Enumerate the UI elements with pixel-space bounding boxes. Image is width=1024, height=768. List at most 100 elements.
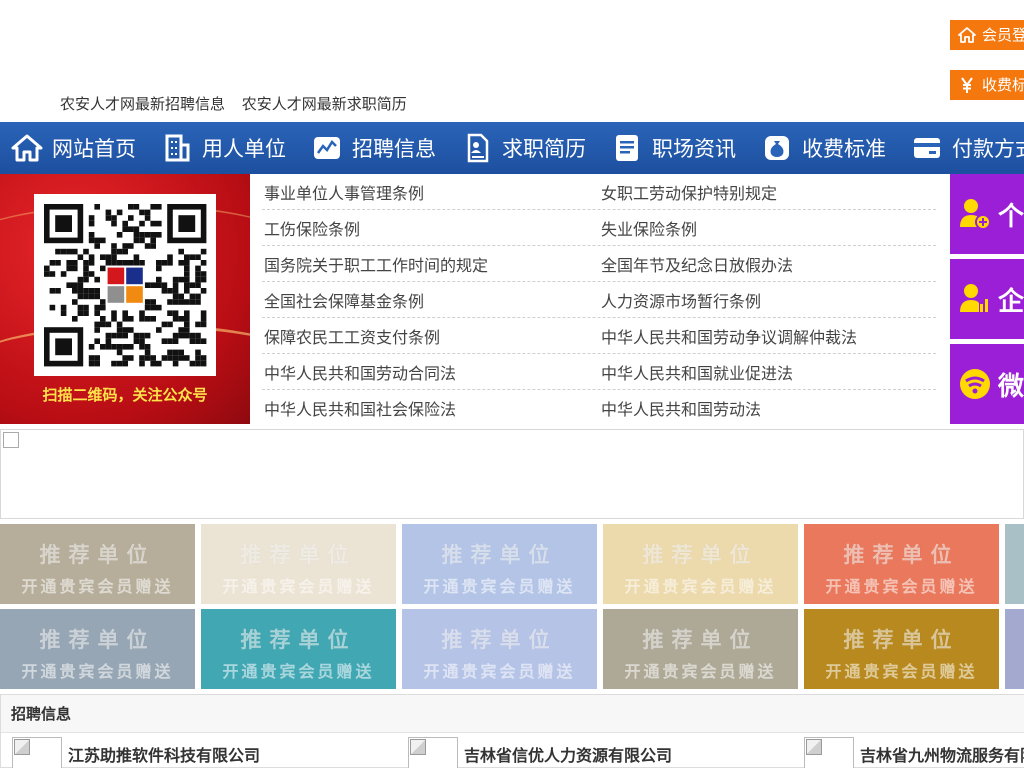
top-links: 农安人才网最新招聘信息 农安人才网最新求职简历: [60, 93, 419, 114]
company-entry[interactable]: 江苏助推软件科技有限公司: [12, 737, 260, 768]
company-name: 江苏助推软件科技有限公司: [68, 746, 261, 765]
tile-title: 推荐单位: [39, 628, 156, 652]
nav-label: 付款方式: [952, 137, 1024, 161]
tile-title: 推荐单位: [642, 628, 759, 652]
law-row: 保障农民工工资支付条例 中华人民共和国劳动争议调解仲裁法: [262, 318, 936, 354]
law-list: 事业单位人事管理条例 女职工劳动保护特别规定 工伤保险条例 失业保险条例 国务院关于职工…: [262, 174, 936, 426]
company-entry[interactable]: 吉林省九州物流服务有限公司: [804, 737, 1024, 768]
law-row: 中华人民共和国劳动合同法 中华人民共和国就业促进法: [262, 354, 936, 390]
money-bag-icon: [760, 131, 794, 165]
tile-title: 推荐单位: [240, 628, 357, 652]
fee-standard-label: 收费标: [982, 76, 1024, 94]
law-link[interactable]: 工伤保险条例: [262, 216, 599, 240]
law-row: 工伤保险条例 失业保险条例: [262, 210, 936, 246]
law-link[interactable]: 国务院关于职工工作时间的规定: [262, 252, 599, 276]
tile-title: 推荐单位: [1005, 539, 1024, 569]
recommended-employer-tile[interactable]: 推荐单位开通贵宾会员赠送: [603, 524, 798, 604]
law-link[interactable]: 中华人民共和国劳动法: [599, 396, 936, 420]
side-tile-enterprise[interactable]: 企: [950, 259, 1024, 339]
building-icon: [160, 131, 194, 165]
tile-subtitle: 开通贵宾会员赠送: [1005, 573, 1024, 597]
law-link[interactable]: 中华人民共和国劳动争议调解仲裁法: [599, 324, 936, 348]
nav-item-home[interactable]: 网站首页: [0, 122, 150, 174]
person-add-icon: [958, 196, 992, 232]
tile-title: 推荐单位: [39, 543, 156, 567]
company-logo: [804, 737, 854, 768]
side-tile-label: 个: [998, 201, 1024, 232]
law-row: 全国社会保障基金条例 人力资源市场暂行条例: [262, 282, 936, 318]
home-icon: [10, 131, 44, 165]
nav-label: 求职简历: [502, 137, 586, 161]
recommended-employer-tile[interactable]: 推荐单位开通贵宾会员赠送: [1005, 609, 1024, 689]
header: 农安人才网最新招聘信息 农安人才网最新求职简历 会员登 收费标: [0, 0, 1024, 122]
law-link[interactable]: 失业保险条例: [599, 216, 936, 240]
page: 农安人才网最新招聘信息 农安人才网最新求职简历 会员登 收费标 网站首页 用人单…: [0, 0, 1024, 768]
nav-label: 收费标准: [802, 137, 886, 161]
recommended-employer-tile[interactable]: 推荐单位开通贵宾会员赠送: [603, 609, 798, 689]
law-link[interactable]: 全国年节及纪念日放假办法: [599, 252, 936, 276]
card-icon: [910, 131, 944, 165]
recommended-employer-tile[interactable]: 推荐单位开通贵宾会员赠送: [0, 609, 195, 689]
company-row: 江苏助推软件科技有限公司 吉林省信优人力资源有限公司 吉林省九州物流服务有限公司: [1, 733, 1024, 768]
side-tile-personal[interactable]: 个: [950, 174, 1024, 254]
company-logo: [12, 737, 62, 768]
law-link[interactable]: 中华人民共和国就业促进法: [599, 360, 936, 384]
tile-subtitle: 开通贵宾会员赠送: [21, 577, 174, 596]
recommended-employer-tile[interactable]: 推荐单位开通贵宾会员赠送: [402, 609, 597, 689]
company-entry[interactable]: 吉林省信优人力资源有限公司: [408, 737, 672, 768]
law-link[interactable]: 保障农民工工资支付条例: [262, 324, 599, 348]
home-icon: [958, 26, 976, 44]
recommended-employer-tile[interactable]: 推荐单位开通贵宾会员赠送: [804, 609, 999, 689]
news-icon: [610, 131, 644, 165]
tile-title: 推荐单位: [642, 543, 759, 567]
side-tile-wechat[interactable]: 微: [950, 344, 1024, 424]
tile-title: 推荐单位: [843, 628, 960, 652]
side-tile-label: 企: [998, 286, 1024, 317]
company-name: 吉林省信优人力资源有限公司: [464, 746, 673, 765]
law-link[interactable]: 中华人民共和国劳动合同法: [262, 360, 599, 384]
recommended-employer-tile[interactable]: 推荐单位开通贵宾会员赠送: [402, 524, 597, 604]
law-row: 事业单位人事管理条例 女职工劳动保护特别规定: [262, 174, 936, 210]
tile-title: 推荐单位: [441, 543, 558, 567]
tile-subtitle: 开通贵宾会员赠送: [21, 662, 174, 681]
fee-standard-button[interactable]: 收费标: [950, 70, 1024, 100]
nav-label: 网站首页: [52, 137, 136, 161]
recruitment-section: 招聘信息 江苏助推软件科技有限公司 吉林省信优人力资源有限公司 吉林省九州物流服务有…: [0, 694, 1024, 768]
recommended-employer-tile[interactable]: 推荐单位开通贵宾会员赠送: [201, 609, 396, 689]
member-login-button[interactable]: 会员登: [950, 20, 1024, 50]
law-link[interactable]: 事业单位人事管理条例: [262, 180, 599, 204]
law-link[interactable]: 全国社会保障基金条例: [262, 288, 599, 312]
recommended-employer-tile[interactable]: 推荐单位开通贵宾会员赠送: [1005, 524, 1024, 604]
nav-label: 招聘信息: [352, 137, 436, 161]
recommended-employer-tile[interactable]: 推荐单位开通贵宾会员赠送: [201, 524, 396, 604]
law-link[interactable]: 人力资源市场暂行条例: [599, 288, 936, 312]
nav-item-jobs[interactable]: 招聘信息: [300, 122, 450, 174]
nav-item-resumes[interactable]: 求职简历: [450, 122, 600, 174]
nav-item-news[interactable]: 职场资讯: [600, 122, 750, 174]
nav-item-payment[interactable]: 付款方式: [900, 122, 1024, 174]
nav-item-fees[interactable]: 收费标准: [750, 122, 900, 174]
latest-jobs-link[interactable]: 农安人才网最新招聘信息: [60, 95, 225, 113]
tile-title: 推荐单位: [1005, 624, 1024, 654]
wechat-icon: [958, 366, 992, 402]
nav-label: 职场资讯: [652, 137, 736, 161]
resume-icon: [460, 131, 494, 165]
tile-subtitle: 开通贵宾会员赠送: [624, 662, 777, 681]
banner-ad[interactable]: [0, 429, 1024, 519]
qr-code-image: [34, 194, 216, 376]
qr-caption: 扫描二维码，关注公众号: [42, 386, 208, 404]
latest-resumes-link[interactable]: 农安人才网最新求职简历: [242, 95, 407, 113]
law-row: 中华人民共和国社会保险法 中华人民共和国劳动法: [262, 390, 936, 426]
law-row: 国务院关于职工工作时间的规定 全国年节及纪念日放假办法: [262, 246, 936, 282]
recommended-employer-tile[interactable]: 推荐单位开通贵宾会员赠送: [0, 524, 195, 604]
tile-subtitle: 开通贵宾会员赠送: [624, 577, 777, 596]
nav-item-employers[interactable]: 用人单位: [150, 122, 300, 174]
tile-subtitle: 开通贵宾会员赠送: [222, 662, 375, 681]
recommended-employer-tile[interactable]: 推荐单位开通贵宾会员赠送: [804, 524, 999, 604]
law-link[interactable]: 中华人民共和国社会保险法: [262, 396, 599, 420]
law-link[interactable]: 女职工劳动保护特别规定: [599, 180, 936, 204]
chart-icon: [310, 131, 344, 165]
member-login-label: 会员登: [982, 26, 1024, 44]
tile-title: 推荐单位: [843, 543, 960, 567]
broken-image-icon: [3, 432, 19, 448]
